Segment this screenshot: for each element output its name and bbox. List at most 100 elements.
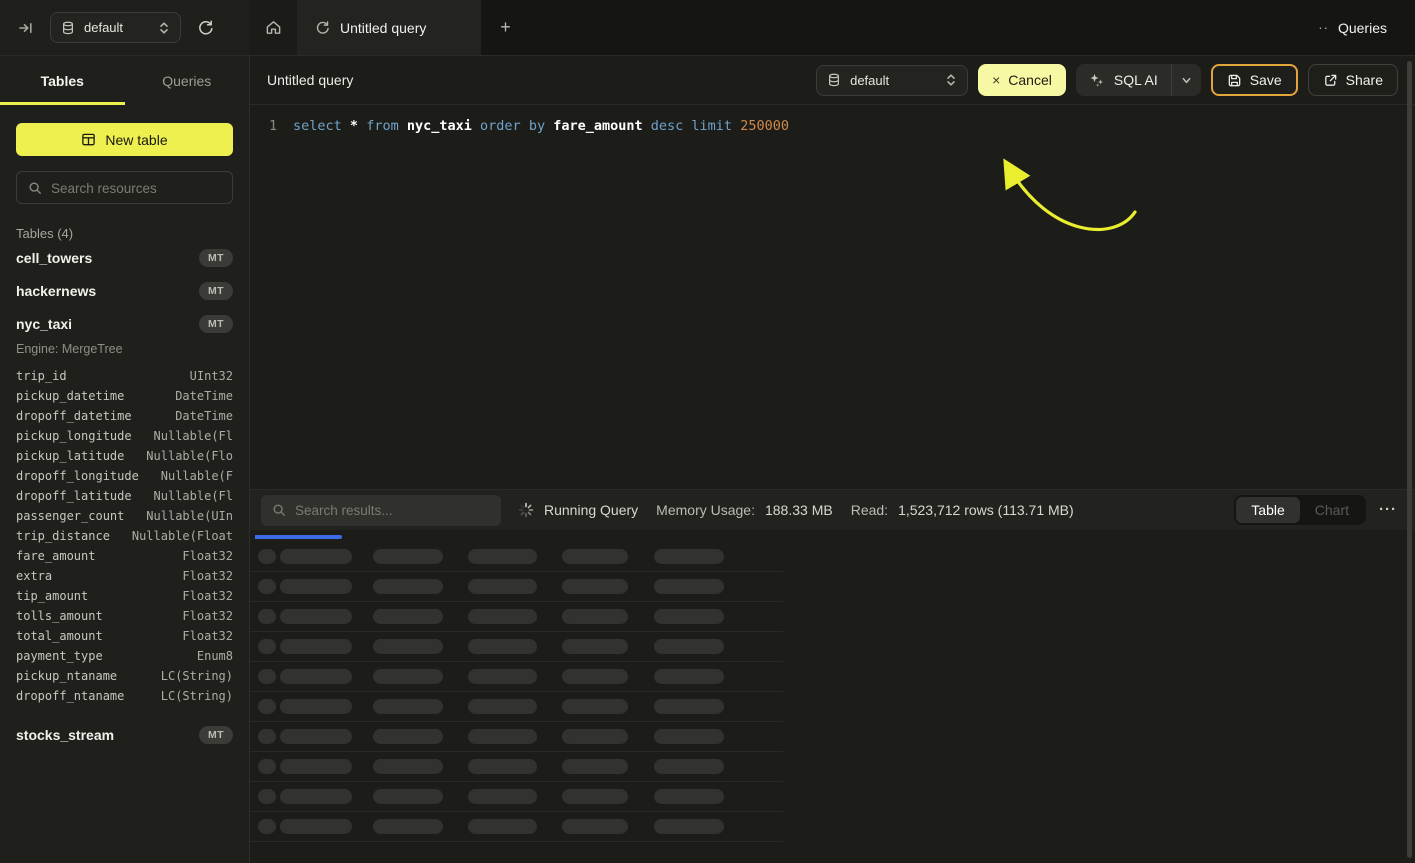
database-selector[interactable]: default (50, 12, 181, 43)
skeleton-pill (373, 729, 443, 744)
query-status: Running Query (518, 502, 638, 518)
engine-badge: MT (199, 249, 233, 267)
sql-ai-dropdown-button[interactable] (1172, 64, 1201, 96)
share-button[interactable]: Share (1308, 64, 1398, 96)
queries-icon: ·· (1318, 20, 1329, 35)
vertical-scrollbar[interactable] (1407, 61, 1412, 858)
skeleton-pill (654, 759, 724, 774)
sidebar-item-stocks-stream[interactable]: stocks_stream MT (16, 718, 233, 751)
table-name: cell_towers (16, 250, 92, 266)
column-row: pickup_ntanameLC(String) (16, 666, 233, 686)
skeleton-rows (250, 542, 1415, 842)
skeleton-pill (562, 699, 628, 714)
sql-token (342, 118, 350, 134)
skeleton-pill (654, 639, 724, 654)
table-grid-icon (81, 132, 96, 147)
column-row: pickup_latitude Nullable(Flo (16, 446, 233, 466)
table-name: nyc_taxi (16, 316, 72, 332)
column-name: payment_type (16, 646, 103, 666)
skeleton-pill (654, 579, 724, 594)
home-button[interactable] (250, 0, 297, 55)
queries-link[interactable]: Queries (1338, 20, 1387, 36)
column-name: trip_distance (16, 526, 110, 546)
main-panel: Untitled query default × Cancel (250, 56, 1415, 863)
column-row: dropoff_longitudeNullable(F (16, 466, 233, 486)
sql-ai-label: SQL AI (1114, 72, 1158, 88)
sql-ai-button[interactable]: SQL AI (1076, 64, 1171, 96)
new-tab-button[interactable]: + (481, 0, 530, 55)
skeleton-pill (258, 759, 276, 774)
query-database-selector[interactable]: default (816, 65, 968, 96)
sidebar-item-cell-towers[interactable]: cell_towers MT (16, 241, 233, 274)
skeleton-pill (280, 789, 352, 804)
column-type: Nullable(Flo (146, 446, 233, 466)
sidebar-item-nyc-taxi[interactable]: nyc_taxi MT (16, 307, 233, 340)
skeleton-pill (468, 549, 537, 564)
column-name: trip_id (16, 366, 67, 386)
skeleton-pill (562, 609, 628, 624)
sidebar-search-input[interactable] (51, 180, 221, 196)
sidebar-tab-label: Tables (41, 73, 84, 89)
topbar-right: ·· Queries (1318, 0, 1415, 55)
results-search-input[interactable] (295, 502, 490, 518)
sql-editor[interactable]: 1 select * from nyc_taxi order by fare_a… (250, 105, 1415, 489)
sql-token (643, 118, 651, 134)
read-value: 1,523,712 rows (113.71 MB) (898, 502, 1074, 518)
new-table-button[interactable]: New table (16, 123, 233, 156)
column-type: Nullable(Fl (154, 426, 233, 446)
column-type: LC(String) (161, 686, 233, 706)
skeleton-pill (258, 699, 276, 714)
tab-title: Untitled query (340, 20, 426, 36)
cancel-label: Cancel (1008, 72, 1052, 88)
sidebar-content: New table Tables (4) cell_towers MT hack… (0, 123, 249, 751)
cancel-button[interactable]: × Cancel (978, 64, 1066, 96)
column-row: pickup_datetimeDateTime (16, 386, 233, 406)
column-row: dropoff_ntanameLC(String) (16, 686, 233, 706)
view-toggle-chart[interactable]: Chart (1300, 497, 1364, 523)
plus-icon: + (500, 17, 511, 38)
skeleton-pill (562, 549, 628, 564)
skeleton-pill (468, 609, 537, 624)
query-header: Untitled query default × Cancel (250, 56, 1415, 105)
line-number: 1 (269, 118, 293, 134)
sidebar-tabs: Tables Queries (0, 56, 249, 105)
column-name: fare_amount (16, 546, 95, 566)
sidebar-item-hackernews[interactable]: hackernews MT (16, 274, 233, 307)
skeleton-pill (654, 729, 724, 744)
column-type: Nullable(UIn (146, 506, 233, 526)
column-type: Float32 (182, 546, 233, 566)
results-panel: Running Query Memory Usage: 188.33 MB Re… (250, 489, 1415, 863)
sql-token (521, 118, 529, 134)
sidebar-tab-tables[interactable]: Tables (0, 56, 125, 105)
results-toolbar: Running Query Memory Usage: 188.33 MB Re… (250, 489, 1415, 530)
view-toggle-table[interactable]: Table (1236, 497, 1299, 523)
table-row (250, 662, 783, 692)
skeleton-pill (562, 789, 628, 804)
skeleton-pill (562, 639, 628, 654)
table-name: stocks_stream (16, 727, 114, 743)
engine-badge: MT (199, 315, 233, 333)
results-search[interactable] (261, 495, 501, 526)
skeleton-pill (373, 819, 443, 834)
close-icon: × (992, 72, 1000, 88)
save-button[interactable]: Save (1211, 64, 1298, 96)
column-name: pickup_latitude (16, 446, 124, 466)
column-name: tip_amount (16, 586, 88, 606)
refresh-icon[interactable] (193, 15, 218, 40)
column-name: passenger_count (16, 506, 124, 526)
skeleton-pill (258, 729, 276, 744)
tab-untitled-query[interactable]: Untitled query (297, 0, 481, 55)
sidebar-search[interactable] (16, 171, 233, 204)
column-row: trip_distanceNullable(Float (16, 526, 233, 546)
skeleton-pill (562, 579, 628, 594)
engine-badge: MT (199, 726, 233, 744)
engine-badge: MT (199, 282, 233, 300)
more-options-button[interactable]: ··· (1379, 505, 1397, 515)
sql-token: fare_amount (553, 118, 642, 134)
skeleton-pill (468, 759, 537, 774)
skeleton-pill (258, 579, 276, 594)
skeleton-pill (468, 819, 537, 834)
sidebar-tab-queries[interactable]: Queries (125, 56, 250, 105)
collapse-sidebar-icon[interactable] (14, 16, 38, 40)
table-row (250, 722, 783, 752)
